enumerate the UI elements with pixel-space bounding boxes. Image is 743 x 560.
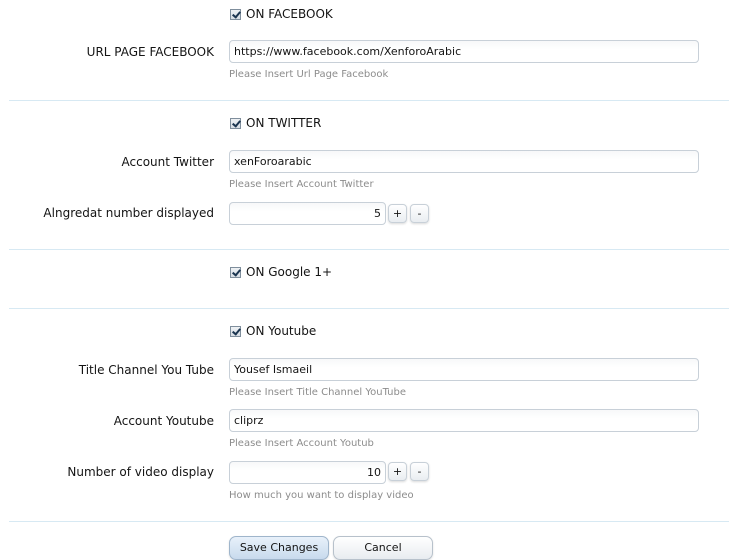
twitter-enable-checkbox[interactable] [230,117,241,129]
twitter-number-input[interactable] [229,202,386,225]
facebook-url-label: URL PAGE FACEBOOK [86,45,214,59]
twitter-number-decrement-button[interactable]: - [410,204,429,223]
cancel-button[interactable]: Cancel [333,536,433,560]
youtube-enable-row[interactable]: ON Youtube [230,323,316,339]
youtube-number-decrement-button[interactable]: - [410,462,429,481]
google-enable-checkbox[interactable] [230,266,241,278]
youtube-enable-label: ON Youtube [246,324,317,338]
youtube-number-input[interactable] [229,461,386,484]
facebook-enable-row[interactable]: ON FACEBOOK [230,6,333,22]
save-changes-button[interactable]: Save Changes [229,536,329,560]
twitter-account-input[interactable] [229,150,699,173]
section-divider [9,100,729,101]
twitter-number-label: Alngredat number displayed [43,206,214,220]
twitter-account-hint: Please Insert Account Twitter [229,179,374,190]
youtube-account-hint: Please Insert Account Youtub [229,438,374,449]
section-divider [9,308,729,309]
facebook-enable-checkbox[interactable] [230,8,241,20]
google-enable-row[interactable]: ON Google 1+ [230,264,332,280]
youtube-number-label: Number of video display [67,465,214,479]
section-divider [9,521,729,522]
facebook-url-input[interactable] [229,40,699,63]
youtube-title-hint: Please Insert Title Channel YouTube [229,387,406,398]
section-divider [9,249,729,250]
youtube-title-input[interactable] [229,358,699,381]
youtube-title-label: Title Channel You Tube [78,363,214,377]
youtube-account-label: Account Youtube [113,414,214,428]
google-enable-label: ON Google 1+ [246,265,333,279]
twitter-number-increment-button[interactable]: + [388,204,407,223]
youtube-account-input[interactable] [229,409,699,432]
facebook-enable-label: ON FACEBOOK [246,7,333,21]
twitter-account-label: Account Twitter [121,155,214,169]
youtube-number-increment-button[interactable]: + [388,462,407,481]
twitter-enable-label: ON TWITTER [246,116,322,130]
youtube-number-hint: How much you want to display video [229,490,414,501]
facebook-url-hint: Please Insert Url Page Facebook [229,69,389,80]
youtube-enable-checkbox[interactable] [230,325,241,337]
twitter-enable-row[interactable]: ON TWITTER [230,115,321,131]
